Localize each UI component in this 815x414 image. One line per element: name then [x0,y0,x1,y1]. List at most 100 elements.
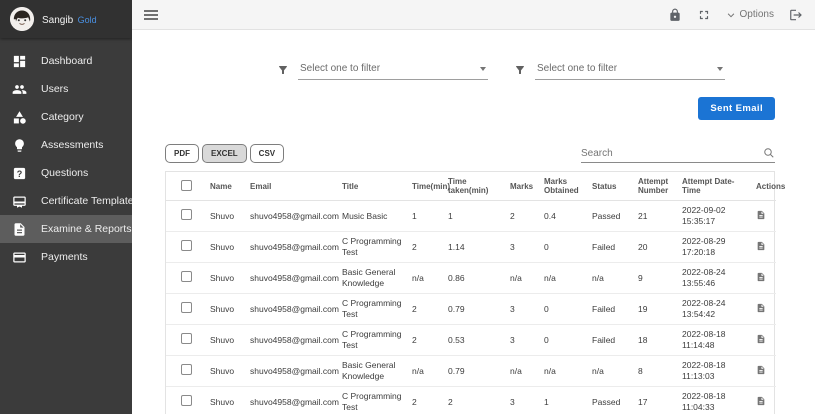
sidebar-item-dashboard[interactable]: Dashboard [0,47,132,75]
col-marks-obtained: Marks Obtained [540,172,588,201]
cell-time: 2 [408,294,444,325]
sidebar-item-label: Dashboard [41,55,92,67]
cell-time: n/a [408,356,444,387]
cell-marks-obtained: 0 [540,294,588,325]
col-email: Email [246,172,338,201]
options-dropdown[interactable]: Options [726,9,774,20]
filter-2: Select one to filter [514,60,725,80]
dashboard-icon [12,54,27,69]
sidebar-item-category[interactable]: Category [0,103,132,131]
cell-name: Shuvo [206,294,246,325]
user-tier-badge: Gold [78,15,97,25]
sidebar-item-users[interactable]: Users [0,75,132,103]
table-header-row: Name Email Title Time(min) Time taken(mi… [166,172,776,201]
cell-time-taken: 1 [444,201,506,232]
cell-attempt-number: 20 [634,232,678,263]
filter-placeholder: Select one to filter [537,63,617,74]
report-file-icon[interactable] [756,209,766,221]
cell-marks: n/a [506,356,540,387]
row-checkbox[interactable] [181,333,192,344]
cell-attempt-datetime: 2022-08-2917:20:18 [678,232,752,263]
cell-time-taken: 0.79 [444,356,506,387]
hamburger-menu-icon[interactable] [144,8,158,22]
cell-title: Music Basic [338,201,408,232]
table-row: Shuvo shuvo4958@gmail.com C Programming … [166,387,776,414]
report-file-icon[interactable] [756,333,766,345]
report-file-icon[interactable] [756,302,766,314]
report-file-icon[interactable] [756,395,766,407]
cell-attempt-number: 19 [634,294,678,325]
svg-text:?: ? [17,168,23,178]
cell-time: 2 [408,325,444,356]
cell-email: shuvo4958@gmail.com [246,356,338,387]
sidebar-item-examine-reports[interactable]: Examine & Reports [0,215,132,243]
app-root: Sangib Gold Dashboard Users Category Ass… [0,0,815,414]
user-profile[interactable]: Sangib Gold [0,0,132,38]
cell-time-taken: 2 [444,387,506,414]
sidebar-item-questions[interactable]: ? Questions [0,159,132,187]
sidebar-item-label: Users [41,83,68,95]
sidebar-item-label: Examine & Reports [41,223,131,235]
row-checkbox[interactable] [181,364,192,375]
export-csv-button[interactable]: CSV [250,144,284,163]
content: Select one to filter Select one to filte… [132,30,815,414]
cell-attempt-number: 17 [634,387,678,414]
export-excel-button[interactable]: EXCEL [202,144,247,163]
col-attempt-number: Attempt Number [634,172,678,201]
row-checkbox[interactable] [181,271,192,282]
col-title: Title [338,172,408,201]
search-input[interactable] [581,148,763,159]
cell-name: Shuvo [206,201,246,232]
category-icon [12,110,27,125]
cell-marks: 3 [506,325,540,356]
cell-time-taken: 0.79 [444,294,506,325]
report-file-icon[interactable] [756,271,766,283]
row-checkbox[interactable] [181,395,192,406]
fullscreen-icon[interactable] [697,8,711,22]
cell-status: Failed [588,294,634,325]
cell-time: 2 [408,232,444,263]
report-document-icon [12,222,27,237]
cell-name: Shuvo [206,232,246,263]
cell-marks: 3 [506,232,540,263]
funnel-filter-icon [277,64,289,76]
sidebar-item-assessments[interactable]: Assessments [0,131,132,159]
lock-icon[interactable] [668,8,682,22]
row-checkbox[interactable] [181,240,192,251]
cell-name: Shuvo [206,325,246,356]
cell-email: shuvo4958@gmail.com [246,294,338,325]
cell-time-taken: 0.53 [444,325,506,356]
select-all-checkbox[interactable] [181,180,192,191]
chevron-down-icon [726,10,736,20]
cell-status: Failed [588,325,634,356]
table-row: Shuvo shuvo4958@gmail.com Basic General … [166,263,776,294]
cell-attempt-number: 9 [634,263,678,294]
filter-select-1[interactable]: Select one to filter [298,60,488,80]
search-box [581,147,775,163]
col-time: Time(min) [408,172,444,201]
cell-marks: 3 [506,387,540,414]
cell-title: C Programming Test [338,387,408,414]
report-file-icon[interactable] [756,240,766,252]
sidebar-item-label: Category [41,111,84,123]
report-file-icon[interactable] [756,364,766,376]
cell-attempt-datetime: 2022-09-0215:35:17 [678,201,752,232]
search-icon [763,147,775,159]
users-icon [12,82,27,97]
table-row: Shuvo shuvo4958@gmail.com Music Basic 1 … [166,201,776,232]
col-attempt-datetime: Attempt Date-Time [678,172,752,201]
logout-icon[interactable] [789,8,803,22]
cell-time: 1 [408,201,444,232]
filter-select-2[interactable]: Select one to filter [535,60,725,80]
col-time-taken: Time taken(min) [444,172,506,201]
row-checkbox[interactable] [181,209,192,220]
cell-attempt-datetime: 2022-08-1811:13:03 [678,356,752,387]
sidebar-item-certificate-template[interactable]: Certificate Template [0,187,132,215]
sidebar-item-payments[interactable]: Payments [0,243,132,271]
row-checkbox[interactable] [181,302,192,313]
sent-email-button[interactable]: Sent Email [698,97,775,120]
sidebar-item-label: Payments [41,251,88,263]
certificate-icon [12,194,27,209]
export-pdf-button[interactable]: PDF [165,144,199,163]
cell-email: shuvo4958@gmail.com [246,387,338,414]
